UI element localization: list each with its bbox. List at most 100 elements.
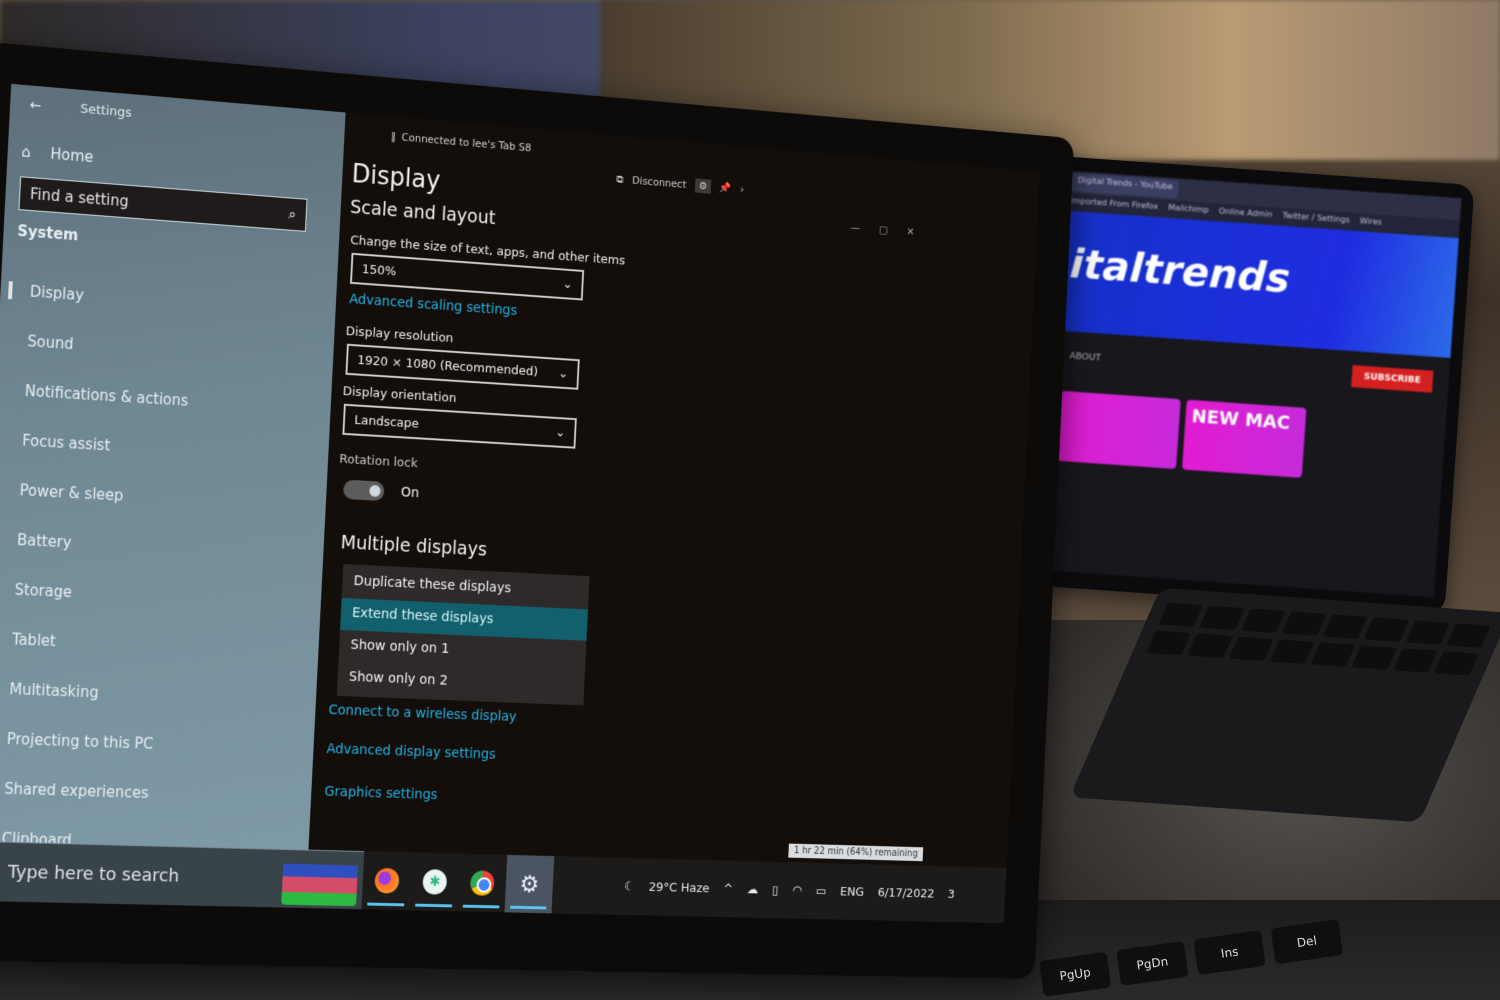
video-thumbnail[interactable]: NEW MAC xyxy=(1181,399,1307,478)
onedrive-icon[interactable]: ☁ xyxy=(747,882,759,896)
sidebar-item-multitasking[interactable]: Multitasking xyxy=(8,664,174,720)
sidebar-item-power-sleep[interactable]: Power & sleep xyxy=(18,465,184,523)
advanced-display-link[interactable]: Advanced display settings xyxy=(326,741,496,762)
key xyxy=(1351,645,1397,670)
key xyxy=(1158,602,1204,628)
key xyxy=(1228,636,1274,661)
chevron-down-icon: ⌄ xyxy=(562,276,573,292)
taskbar-search-placeholder: Type here to search xyxy=(7,861,180,887)
section-label: System xyxy=(16,221,79,245)
bookmark[interactable]: Online Admin xyxy=(1218,206,1273,222)
search-placeholder: Find a setting xyxy=(29,185,130,211)
maximize-icon[interactable]: ▢ xyxy=(879,223,888,236)
chevron-down-icon: ⌄ xyxy=(555,425,566,440)
scale-layout-heading: Scale and layout xyxy=(349,196,497,229)
sidebar-item-label: Notifications & actions xyxy=(24,381,189,410)
key xyxy=(1310,642,1356,667)
sidebar-item-tablet[interactable]: Tablet xyxy=(11,615,177,671)
weather-icon: ☾ xyxy=(623,879,635,894)
sidebar-item-shared-experiences[interactable]: Shared experiences xyxy=(3,764,169,818)
bookmark[interactable]: Wires xyxy=(1359,216,1382,230)
sidebar-item-focus-assist[interactable]: Focus assist xyxy=(21,416,187,475)
connection-controls: ⧉ Disconnect ⚙ 📌 › xyxy=(616,172,744,197)
window-controls: — ▢ ✕ xyxy=(850,221,914,238)
signal-icon: ‖ xyxy=(390,129,397,143)
battery-icon[interactable]: ▭ xyxy=(815,884,826,898)
window-titlebar: ← Settings xyxy=(29,97,132,121)
display-settings-pane: ‖ Connected to lee's Tab S8 ⧉ Disconnect… xyxy=(308,112,1039,868)
rotation-lock-toggle[interactable] xyxy=(342,479,385,502)
sidebar-item-label: Projecting to this PC xyxy=(6,729,154,753)
system-tray: ☾ 29°C Haze ^ ☁ ▯ ◠ ▭ ENG 6/17/2022 3 1 … xyxy=(623,843,956,922)
firefox-icon xyxy=(374,867,400,894)
taskbar-search[interactable]: ⌕ Type here to search xyxy=(0,840,365,910)
window-title: Settings xyxy=(79,101,133,121)
selected-indicator xyxy=(7,281,13,300)
sidebar-item-battery[interactable]: Battery xyxy=(16,515,182,573)
chevron-right-icon[interactable]: › xyxy=(740,183,744,195)
connection-settings-icon[interactable]: ⚙ xyxy=(694,178,712,194)
orientation-value: Landscape xyxy=(353,412,420,432)
search-highlight-art xyxy=(281,853,359,907)
rotation-lock-state: On xyxy=(400,484,420,502)
weather-text[interactable]: 29°C Haze xyxy=(648,880,709,896)
subscribe-button[interactable]: SUBSCRIBE xyxy=(1351,365,1434,393)
toggle-knob xyxy=(369,484,381,498)
taskbar-firefox[interactable] xyxy=(361,851,412,910)
slack-icon: ✱ xyxy=(422,869,448,895)
sidebar-item-storage[interactable]: Storage xyxy=(13,565,179,622)
nav-about[interactable]: ABOUT xyxy=(1069,351,1101,363)
disconnect-button[interactable]: Disconnect xyxy=(632,174,687,191)
key xyxy=(1199,605,1245,631)
settings-sidebar: ← Settings ⌂ Home Find a setting ⌕ Syste… xyxy=(0,83,346,850)
rotation-lock-label: Rotation lock xyxy=(338,452,419,472)
back-arrow-icon[interactable]: ← xyxy=(29,97,41,114)
home-label: Home xyxy=(49,144,94,167)
minimize-icon[interactable]: — xyxy=(850,221,860,234)
gear-icon: ⚙ xyxy=(519,870,540,898)
pin-icon[interactable]: 📌 xyxy=(719,181,732,194)
clock-date[interactable]: 6/17/2022 xyxy=(877,886,934,901)
find-setting-input[interactable]: Find a setting ⌕ xyxy=(18,176,308,232)
graphics-settings-link[interactable]: Graphics settings xyxy=(324,784,438,803)
sidebar-item-label: Multitasking xyxy=(8,680,100,702)
chevron-up-icon[interactable]: ^ xyxy=(723,882,733,896)
taskbar-settings[interactable]: ⚙ xyxy=(504,854,555,914)
laptop-screen: ← Settings ⌂ Home Find a setting ⌕ Syste… xyxy=(0,83,1040,924)
chevron-down-icon: ⌄ xyxy=(558,366,569,381)
sidebar-item-label: Storage xyxy=(14,580,73,602)
sidebar-item-label: Battery xyxy=(16,530,72,552)
taskbar-chrome[interactable] xyxy=(457,854,507,913)
taskbar-slack[interactable]: ✱ xyxy=(409,852,460,911)
key xyxy=(1363,617,1409,642)
key xyxy=(1322,614,1368,639)
notification-badge[interactable]: 3 xyxy=(947,887,955,901)
close-icon[interactable]: ✕ xyxy=(906,226,914,239)
chrome-icon xyxy=(469,870,495,896)
key xyxy=(1146,630,1192,656)
orientation-dropdown[interactable]: Landscape ⌄ xyxy=(342,403,577,449)
multiple-displays-menu: Duplicate these displays Extend these di… xyxy=(336,564,590,706)
resolution-dropdown[interactable]: 1920 × 1080 (Recommended) ⌄ xyxy=(345,343,580,390)
video-thumbnail[interactable] xyxy=(1056,390,1181,470)
advanced-scaling-link[interactable]: Advanced scaling settings xyxy=(349,291,518,318)
key xyxy=(1269,639,1315,664)
sidebar-item-label: Display xyxy=(29,282,85,305)
rotation-lock-row: On xyxy=(342,479,420,504)
wireless-display-link[interactable]: Connect to a wireless display xyxy=(328,702,517,724)
language-indicator[interactable]: ENG xyxy=(840,885,865,900)
phone-link-icon[interactable]: ▯ xyxy=(772,883,779,897)
wifi-icon[interactable]: ◠ xyxy=(792,883,802,897)
sidebar-item-label: Shared experiences xyxy=(3,779,149,803)
scale-value: 150% xyxy=(361,261,397,279)
search-icon[interactable]: ⌕ xyxy=(288,205,297,223)
bookmark[interactable]: Twitter / Settings xyxy=(1282,211,1350,228)
tablet-screen: Digital Trends - YouTube Imported From F… xyxy=(1038,170,1462,598)
key xyxy=(1433,651,1479,676)
bookmark[interactable]: Mailchimp xyxy=(1168,203,1209,218)
home-link[interactable]: ⌂ Home xyxy=(21,143,94,167)
disconnect-icon: ⧉ xyxy=(616,172,624,186)
key xyxy=(1392,648,1438,673)
key xyxy=(1446,623,1491,648)
sidebar-item-projecting[interactable]: Projecting to this PC xyxy=(6,714,172,769)
